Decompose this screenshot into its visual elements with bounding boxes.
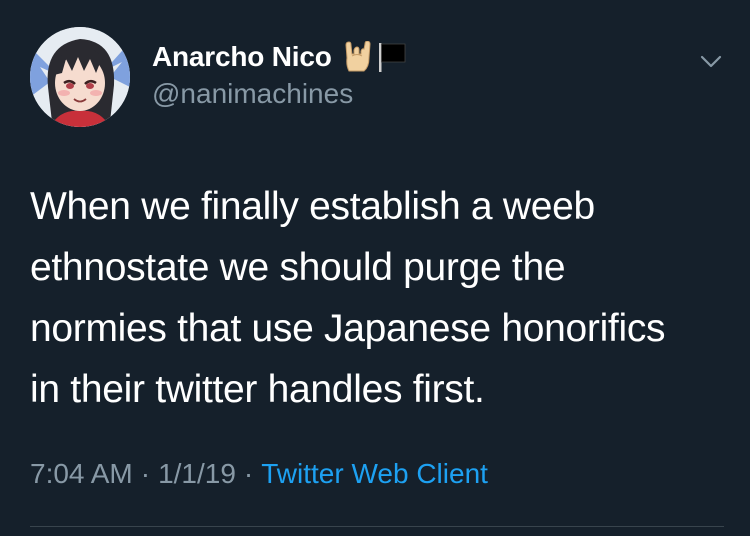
meta-separator: · — [243, 458, 254, 489]
author-name-row[interactable]: Anarcho Nico — [152, 40, 406, 74]
black-flag-icon — [376, 41, 406, 73]
client-link[interactable]: Twitter Web Client — [261, 458, 488, 489]
tweet-text-line: normies that use Japanese honorifics — [30, 307, 666, 350]
sign-of-the-horns-icon — [342, 41, 372, 73]
anime-avatar-icon — [30, 27, 130, 127]
display-name[interactable]: Anarcho Nico — [152, 41, 332, 73]
tweet-text: When we finally establish a weeb ethnost… — [30, 176, 720, 420]
tweet-card: Anarcho Nico @nanimachines When we final… — [0, 0, 750, 536]
tweet-text-line: ethnostate we should purge the — [30, 246, 566, 289]
author-handle[interactable]: @nanimachines — [152, 78, 353, 110]
tweet-meta: 7:04 AM · 1/1/19 · Twitter Web Client — [30, 458, 488, 490]
chevron-down-icon[interactable] — [698, 48, 724, 74]
meta-separator: · — [140, 458, 151, 489]
divider — [30, 526, 724, 527]
tweet-time[interactable]: 7:04 AM — [30, 458, 133, 489]
tweet-date[interactable]: 1/1/19 — [158, 458, 236, 489]
tweet-text-line: When we finally establish a weeb — [30, 185, 595, 228]
tweet-text-line: in their twitter handles first. — [30, 368, 485, 411]
avatar[interactable] — [30, 27, 130, 127]
